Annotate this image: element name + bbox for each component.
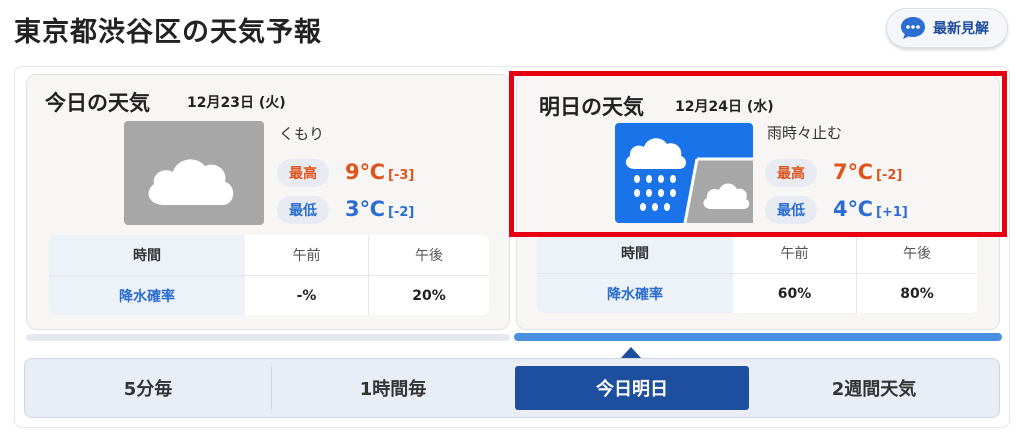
table-header-am: 午前 — [245, 235, 369, 275]
today-page-indicator[interactable] — [26, 334, 510, 341]
expert-opinion-button[interactable]: 最新見解 — [886, 8, 1008, 48]
precip-label: 降水確率 — [537, 274, 733, 313]
table-header-row: 時間 午前 午後 — [49, 235, 489, 275]
cloudy-icon — [124, 121, 264, 225]
table-row: 降水確率 60% 80% — [537, 273, 977, 313]
precip-am-value: -% — [245, 276, 369, 315]
tomorrow-page-indicator[interactable] — [514, 333, 1002, 341]
today-high-diff: [-3] — [388, 168, 415, 183]
precip-am-value: 60% — [733, 274, 857, 313]
today-low-diff: [-2] — [388, 205, 415, 220]
precip-label: 降水確率 — [49, 276, 245, 315]
table-row: 降水確率 -% 20% — [49, 275, 489, 315]
today-title: 今日の天気 — [45, 91, 150, 115]
table-header-row: 時間 午前 午後 — [537, 233, 977, 273]
today-condition: くもり — [279, 125, 325, 143]
today-high-temp: 9℃ [-3] — [345, 160, 414, 184]
today-high-label: 最高 — [277, 159, 329, 187]
today-low-label: 最低 — [277, 196, 329, 224]
today-low-temp-value: 3℃ — [345, 197, 386, 221]
today-date: 12月23日 (火) — [187, 95, 286, 111]
precip-pm-value: 80% — [900, 286, 934, 302]
tab-5min[interactable]: 5分毎 — [25, 359, 271, 417]
table-header-pm: 午後 — [415, 248, 443, 264]
table-header-am: 午前 — [733, 233, 857, 273]
today-precip-table: 時間 午前 午後 降水確率 -% 20% — [49, 235, 489, 315]
table-header-pm: 午後 — [903, 246, 931, 262]
expert-opinion-label: 最新見解 — [933, 21, 989, 37]
precip-pm-value: 20% — [412, 288, 446, 304]
today-high-temp-value: 9℃ — [345, 160, 386, 184]
today-low-temp: 3℃ [-2] — [345, 197, 414, 221]
tab-2week[interactable]: 2週間天気 — [749, 359, 999, 417]
today-card: 今日の天気 12月23日 (火) くもり 最高 9℃ [-3] 最低 3℃ [-2]… — [26, 74, 510, 330]
table-header-time: 時間 — [537, 233, 733, 273]
speech-bubble-icon — [901, 17, 925, 39]
table-header-time: 時間 — [49, 235, 245, 275]
page-title: 東京都渋谷区の天気予報 — [14, 17, 322, 48]
tomorrow-precip-table: 時間 午前 午後 降水確率 60% 80% — [537, 233, 977, 313]
highlight-box — [509, 71, 1007, 237]
tab-hourly[interactable]: 1時間毎 — [271, 359, 515, 417]
forecast-tab-bar: 5分毎 1時間毎 今日明日 2週間天気 — [24, 358, 1000, 418]
tab-today-tomorrow[interactable]: 今日明日 — [515, 366, 749, 410]
